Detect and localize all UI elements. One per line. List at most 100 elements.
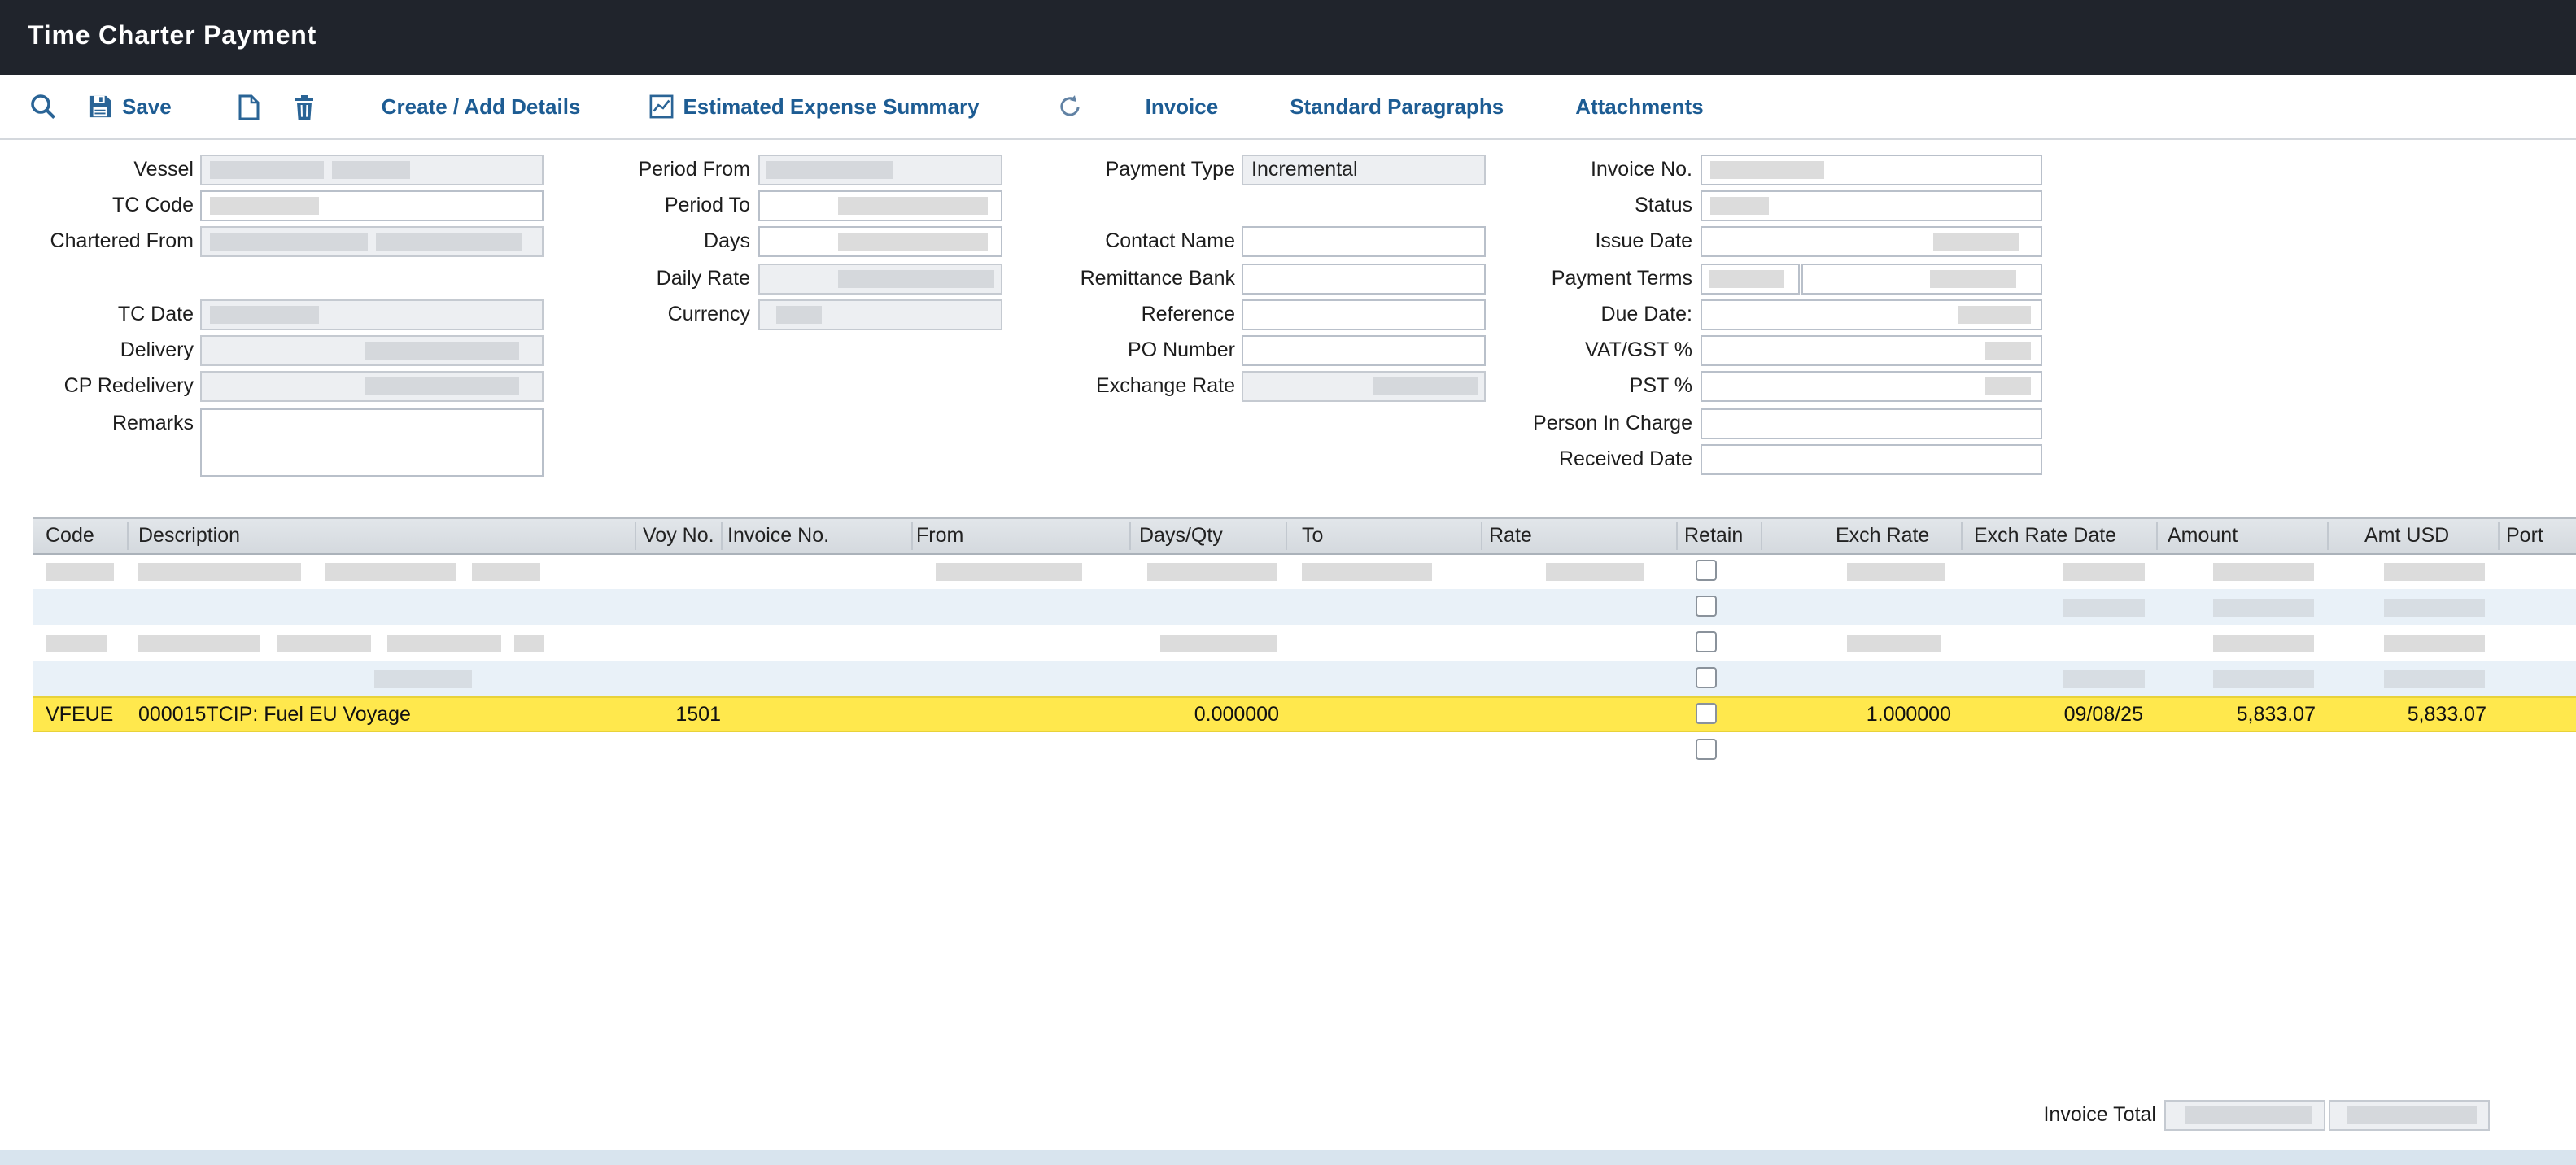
- column-header-exch-rate-date[interactable]: Exch Rate Date: [1974, 519, 2116, 553]
- redacted-value: [138, 563, 301, 581]
- redacted-value: [2213, 670, 2314, 688]
- vat-gst-field[interactable]: [1701, 335, 2042, 366]
- issue-date-field[interactable]: [1701, 226, 2042, 257]
- chartered-from-field: [200, 226, 544, 257]
- refresh-icon: [1058, 94, 1082, 119]
- save-button[interactable]: Save: [88, 94, 172, 119]
- cell-to: [1302, 696, 1473, 732]
- person-in-charge-field[interactable]: [1701, 408, 2042, 439]
- payment-terms-field[interactable]: [1701, 264, 1800, 295]
- table-row[interactable]: [33, 553, 2576, 589]
- cell-amount: 5,833.07: [2156, 696, 2316, 732]
- remarks-field[interactable]: [200, 408, 544, 477]
- column-divider: [1481, 522, 1482, 550]
- column-header-invoice-no[interactable]: Invoice No.: [727, 519, 829, 553]
- redacted-value: [2185, 1106, 2312, 1124]
- redacted-value: [1147, 563, 1277, 581]
- new-document-button[interactable]: [238, 94, 261, 120]
- redacted-value: [1709, 270, 1784, 288]
- redacted-value: [332, 161, 410, 179]
- redacted-value: [210, 161, 324, 179]
- period-from-field: [758, 155, 1002, 185]
- invoice-total-field: [2164, 1100, 2325, 1131]
- po-number-label: PO Number: [1041, 335, 1235, 366]
- retain-checkbox[interactable]: [1696, 560, 1717, 581]
- column-header-amount[interactable]: Amount: [2168, 519, 2238, 553]
- document-icon: [238, 94, 261, 120]
- invoice-total-label: Invoice Total: [1920, 1100, 2156, 1131]
- redacted-value: [2063, 599, 2145, 617]
- payment-terms-description-field[interactable]: [1801, 264, 2042, 295]
- table-row[interactable]: [33, 625, 2576, 661]
- tc-code-field[interactable]: [200, 190, 544, 221]
- redacted-value: [2063, 670, 2145, 688]
- column-divider: [721, 522, 723, 550]
- cell-amt-usd: 5,833.07: [2327, 696, 2486, 732]
- redacted-value: [210, 233, 368, 251]
- save-icon: [88, 94, 112, 119]
- status-label: Status: [1432, 190, 1692, 221]
- retain-checkbox[interactable]: [1696, 667, 1717, 688]
- refresh-button[interactable]: [1058, 94, 1082, 119]
- chartered-from-label: Chartered From: [0, 226, 194, 257]
- column-header-voy-no[interactable]: Voy No.: [643, 519, 714, 553]
- delivery-field: [200, 335, 544, 366]
- redacted-value: [2347, 1106, 2477, 1124]
- invoice-no-field[interactable]: [1701, 155, 2042, 185]
- retain-checkbox[interactable]: [1696, 739, 1717, 760]
- column-header-port[interactable]: Port: [2506, 519, 2543, 553]
- attachments-label: Attachments: [1575, 94, 1704, 119]
- standard-paragraphs-button[interactable]: Standard Paragraphs: [1290, 94, 1504, 119]
- redacted-value: [277, 635, 371, 652]
- status-field[interactable]: [1701, 190, 2042, 221]
- column-header-from[interactable]: From: [916, 519, 963, 553]
- cell-from: [916, 696, 1120, 732]
- redacted-value: [936, 563, 1082, 581]
- redacted-value: [46, 635, 107, 652]
- period-from-label: Period From: [553, 155, 750, 185]
- table-row-highlighted[interactable]: VFEUE 000015TCIP: Fuel EU Voyage 1501 0.…: [33, 696, 2576, 732]
- search-icon: [29, 93, 57, 120]
- column-divider: [635, 522, 636, 550]
- redacted-value: [1930, 270, 2016, 288]
- tc-date-field: [200, 299, 544, 330]
- table-row[interactable]: [33, 732, 2576, 768]
- table-row[interactable]: [33, 661, 2576, 696]
- table-row[interactable]: [33, 589, 2576, 625]
- column-divider: [1761, 522, 1762, 550]
- column-header-days-qty[interactable]: Days/Qty: [1139, 519, 1223, 553]
- pst-field[interactable]: [1701, 371, 2042, 402]
- create-add-details-button[interactable]: Create / Add Details: [382, 94, 581, 119]
- toolbar: Save Create / Add Details Estimated Expe…: [0, 75, 2576, 140]
- due-date-field[interactable]: [1701, 299, 2042, 330]
- redacted-value: [2384, 635, 2485, 652]
- estimated-expense-summary-button[interactable]: Estimated Expense Summary: [648, 94, 979, 119]
- column-header-amt-usd[interactable]: Amt USD: [2364, 519, 2449, 553]
- column-header-code[interactable]: Code: [46, 519, 94, 553]
- days-field[interactable]: [758, 226, 1002, 257]
- redacted-value: [2213, 563, 2314, 581]
- standard-paragraphs-label: Standard Paragraphs: [1290, 94, 1504, 119]
- redacted-value: [776, 306, 822, 324]
- column-header-retain[interactable]: Retain: [1684, 519, 1743, 553]
- window-bottom-edge: [0, 1150, 2576, 1165]
- column-header-exch-rate[interactable]: Exch Rate: [1836, 519, 1929, 553]
- received-date-field[interactable]: [1701, 444, 2042, 475]
- column-header-to[interactable]: To: [1302, 519, 1323, 553]
- retain-checkbox[interactable]: [1696, 703, 1717, 724]
- redacted-value: [1546, 563, 1644, 581]
- retain-checkbox[interactable]: [1696, 631, 1717, 652]
- delete-button[interactable]: [294, 94, 317, 120]
- column-header-description[interactable]: Description: [138, 519, 240, 553]
- due-date-label: Due Date:: [1432, 299, 1692, 330]
- invoice-button[interactable]: Invoice: [1146, 94, 1219, 119]
- attachments-button[interactable]: Attachments: [1575, 94, 1704, 119]
- period-to-field[interactable]: [758, 190, 1002, 221]
- invoice-label: Invoice: [1146, 94, 1219, 119]
- cell-rate: [1489, 696, 1668, 732]
- received-date-label: Received Date: [1432, 444, 1692, 475]
- search-button[interactable]: [29, 93, 57, 120]
- redacted-value: [374, 670, 472, 688]
- column-header-rate[interactable]: Rate: [1489, 519, 1532, 553]
- retain-checkbox[interactable]: [1696, 596, 1717, 617]
